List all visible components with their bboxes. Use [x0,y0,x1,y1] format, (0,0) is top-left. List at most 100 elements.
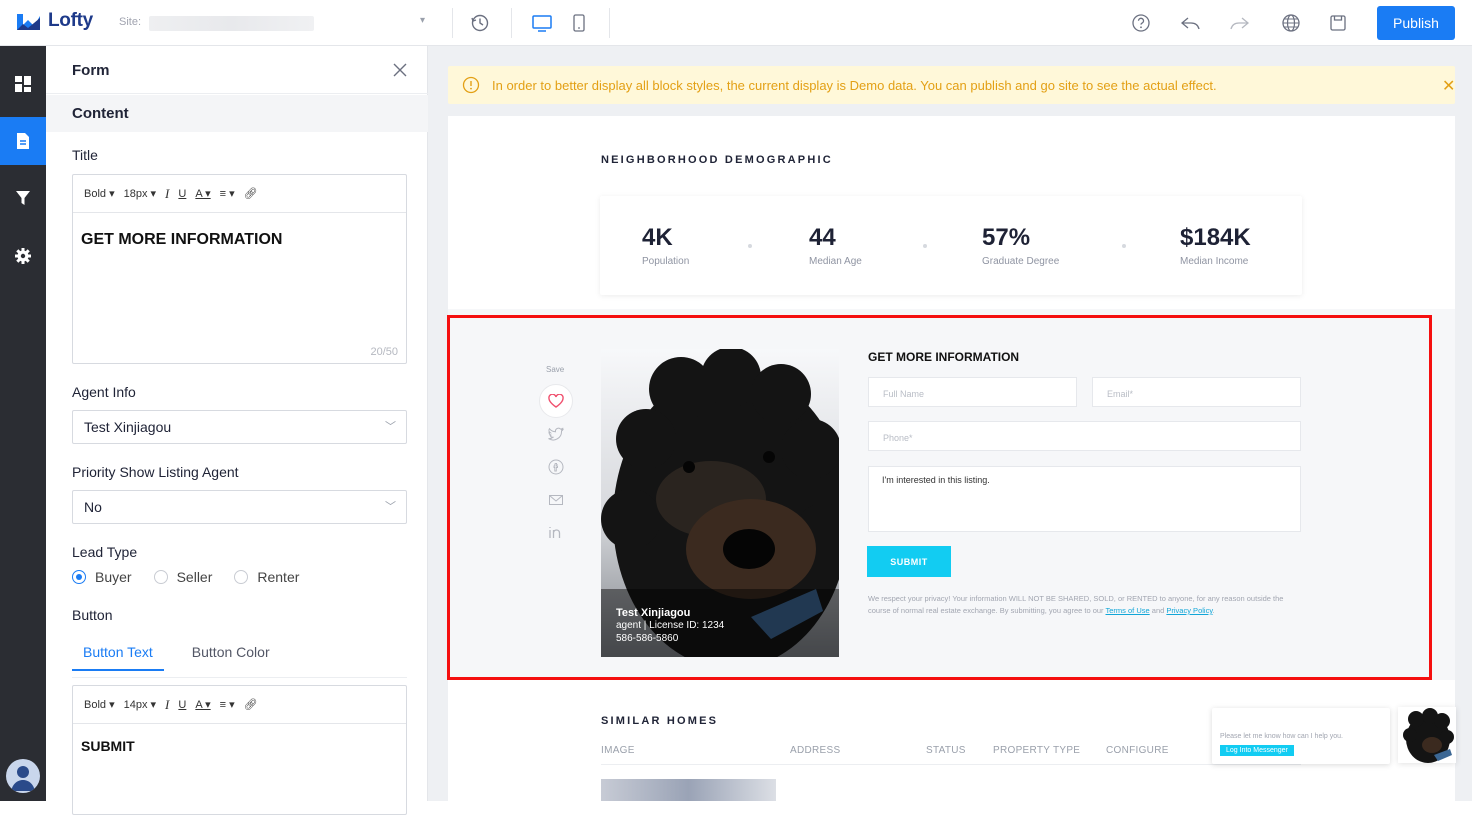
column-header: STATUS [926,745,966,756]
content-label: Content [72,105,129,122]
demo-notice: In order to better display all block sty… [448,66,1455,104]
settings-icon[interactable] [0,232,46,280]
underline-icon[interactable]: U [178,188,186,200]
agent-info-select[interactable]: Test Xinjiagou ﹀ [72,410,407,444]
underline-icon[interactable]: U [178,699,186,711]
desktop-icon[interactable] [530,11,554,35]
font-size-select[interactable]: 18px ▾ [124,187,156,200]
filter-icon[interactable] [0,174,46,222]
font-weight-select[interactable]: Bold ▾ [84,698,115,711]
text-color-icon[interactable]: A ▾ [195,187,210,200]
column-header: PROPERTY TYPE [993,745,1081,756]
demographic-stats: 4K Population 44 Median Age 57% Graduate… [600,196,1302,295]
button-label: Button [72,607,113,623]
tab-button-color[interactable]: Button Color [192,642,270,671]
similar-homes-title: SIMILAR HOMES [601,715,719,727]
stat-median-income: $184K Median Income [1180,224,1251,267]
title-label: Title [72,147,98,163]
listing-thumbnail[interactable] [601,779,776,801]
divider [452,8,453,38]
button-text-content[interactable]: SUBMIT [73,724,406,772]
stat-population: 4K Population [642,224,690,267]
divider [72,677,407,678]
avatar[interactable] [6,759,40,793]
stat-separator [1122,244,1126,248]
radio-dot [153,570,168,584]
notice-text: In order to better display all block sty… [492,78,1217,93]
italic-icon[interactable]: I [165,186,169,202]
divider [601,764,1301,765]
left-nav [0,46,46,801]
editor-toolbar: Bold ▾ 14px ▾ I U A ▾ ≡ ▾ 🔗︎ [73,686,406,724]
close-icon[interactable]: ✕ [1442,76,1455,96]
close-icon[interactable] [390,60,410,80]
chat-message: Please let me know how can I help you. [1220,733,1343,740]
lofty-logo-icon [17,14,40,30]
priority-label: Priority Show Listing Agent [72,464,239,480]
globe-icon[interactable] [1279,11,1303,35]
font-weight-select[interactable]: Bold ▾ [84,187,115,200]
align-icon[interactable]: ≡ ▾ [220,187,235,200]
site-label: Site: [119,16,142,28]
font-size-select[interactable]: 14px ▾ [124,698,156,711]
demographic-title: NEIGHBORHOOD DEMOGRAPHIC [601,154,833,166]
chat-widget[interactable]: Please let me know how can I help you. L… [1212,708,1390,764]
chevron-down-icon: ﹀ [385,501,396,513]
page-icon[interactable] [0,117,46,165]
redo-icon[interactable] [1228,11,1252,35]
divider [609,8,610,38]
link-icon[interactable]: 🔗︎ [244,698,258,711]
tab-button-text[interactable]: Button Text [72,642,164,671]
radio-renter[interactable]: Renter [234,569,299,585]
selected-block-outline [447,315,1432,680]
agent-info-value: Test Xinjiagou [84,419,172,435]
chevron-down-icon: ▾ [419,15,425,26]
settings-panel: Form Content Title Bold ▾ 18px ▾ I U A ▾… [46,46,428,815]
lead-type-radio-group: Buyer Seller Renter [72,569,321,585]
radio-dot [234,570,249,584]
site-selector[interactable]: ▾ [149,13,429,33]
align-icon[interactable]: ≡ ▾ [220,698,235,711]
save-icon[interactable] [1326,11,1350,35]
lead-type-label: Lead Type [72,544,138,560]
logo: Lofty [14,10,93,32]
chat-agent-avatar[interactable] [1398,707,1456,763]
button-text-editor[interactable]: Bold ▾ 14px ▾ I U A ▾ ≡ ▾ 🔗︎ SUBMIT [72,685,407,815]
mobile-icon[interactable] [567,11,591,35]
link-icon[interactable]: 🔗︎ [244,187,258,200]
priority-select[interactable]: No ﹀ [72,490,407,524]
stat-median-age: 44 Median Age [809,224,862,267]
radio-seller[interactable]: Seller [153,569,212,585]
top-bar: Lofty Site: ▾ Publish [0,0,1472,46]
info-icon [462,76,480,94]
editor-toolbar: Bold ▾ 18px ▾ I U A ▾ ≡ ▾ 🔗︎ [73,175,406,213]
char-count: 20/50 [370,346,398,358]
title-editor[interactable]: Bold ▾ 18px ▾ I U A ▾ ≡ ▾ 🔗︎ GET MORE IN… [72,174,407,364]
column-header: IMAGE [601,745,635,756]
title-editor-content[interactable]: GET MORE INFORMATION [73,213,406,267]
help-icon[interactable] [1129,11,1153,35]
undo-icon[interactable] [1178,11,1202,35]
divider [511,8,512,38]
column-header: CONFIGURE [1106,745,1169,756]
column-header: ADDRESS [790,745,841,756]
button-tabs: Button Text Button Color [72,642,298,671]
panel-header: Form [46,46,428,94]
chevron-down-icon: ﹀ [385,421,396,433]
publish-button[interactable]: Publish [1377,6,1455,40]
radio-dot [72,570,86,584]
brand-name: Lofty [48,10,93,31]
stat-graduate-degree: 57% Graduate Degree [982,224,1060,267]
stat-separator [923,244,927,248]
radio-buyer[interactable]: Buyer [72,569,132,585]
content-section-header: Content [46,95,428,132]
priority-value: No [84,499,102,515]
italic-icon[interactable]: I [165,697,169,713]
history-icon[interactable] [468,11,492,35]
stat-separator [748,244,752,248]
text-color-icon[interactable]: A ▾ [195,698,210,711]
grid-icon[interactable] [0,60,46,108]
site-value [149,16,314,31]
log-into-messenger-button[interactable]: Log Into Messenger [1220,745,1294,756]
agent-info-label: Agent Info [72,384,136,400]
